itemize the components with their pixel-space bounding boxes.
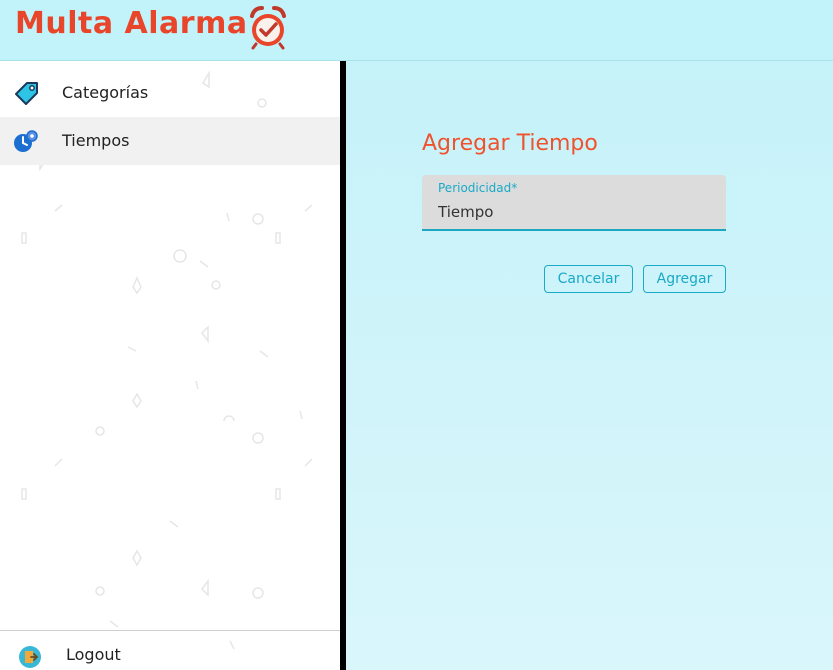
tag-icon	[15, 82, 38, 105]
sidebar-item-label: Categorías	[62, 83, 149, 102]
form-title: Agregar Tiempo	[422, 131, 598, 156]
app-header: Multa Alarma	[0, 0, 833, 61]
add-button[interactable]: Agregar	[643, 265, 726, 293]
sidebar-item-categorias[interactable]: Categorías	[0, 69, 340, 117]
logout-button[interactable]: Logout	[0, 630, 340, 670]
periodicidad-field-label: Periodicidad*	[438, 181, 518, 195]
alarm-clock-check-icon	[250, 6, 286, 50]
sidebar-item-label: Tiempos	[62, 131, 130, 150]
main-content: Agregar Tiempo Periodicidad* Cancelar Ag…	[346, 61, 833, 670]
app-logo-text: Multa Alarma	[15, 6, 248, 41]
periodicidad-input[interactable]	[438, 201, 708, 223]
periodicidad-field[interactable]: Periodicidad*	[422, 175, 726, 231]
clock-gear-icon	[14, 130, 38, 152]
sidebar: Categorías Tiempos Logout	[0, 61, 340, 670]
cancel-button[interactable]: Cancelar	[544, 265, 633, 293]
sidebar-item-tiempos[interactable]: Tiempos	[0, 117, 340, 165]
logout-icon	[19, 646, 41, 668]
logout-label: Logout	[66, 645, 121, 664]
